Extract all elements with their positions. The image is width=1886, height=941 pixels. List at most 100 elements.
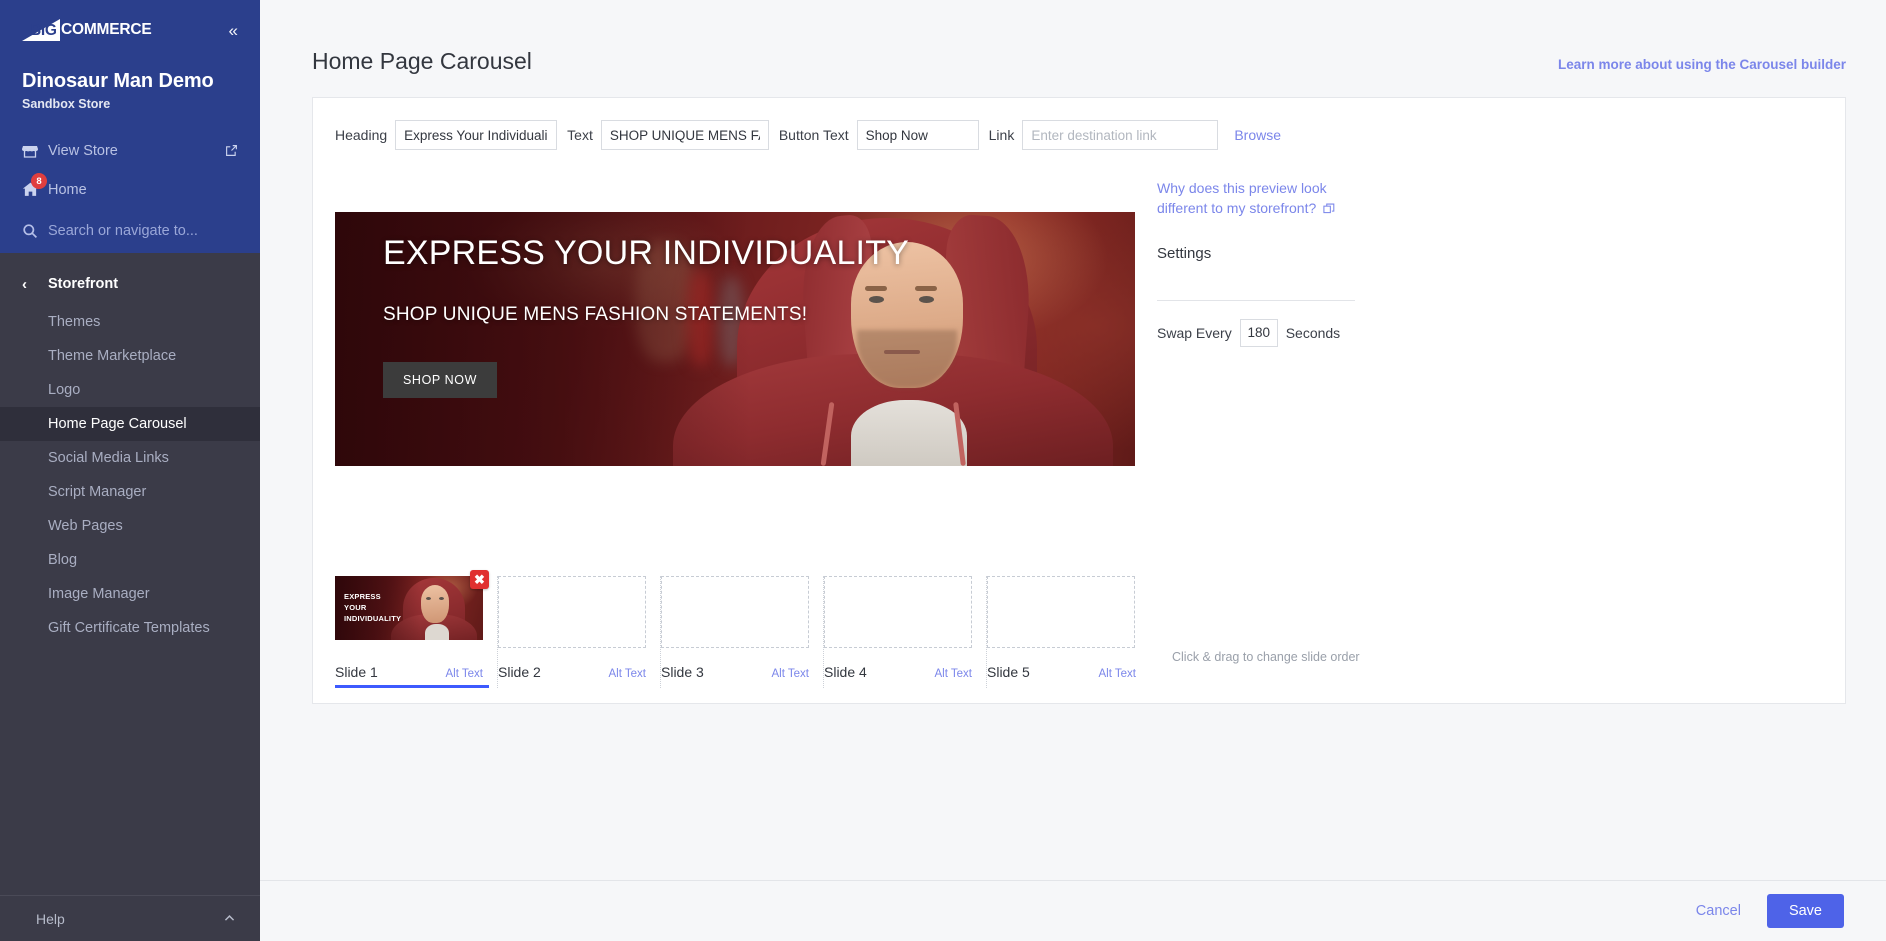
search-input[interactable]: Search or navigate to... <box>0 209 260 253</box>
learn-more-link[interactable]: Learn more about using the Carousel buil… <box>1558 57 1846 72</box>
sidebar-item-view-store[interactable]: View Store <box>0 131 260 170</box>
sidebar: BIG COMMERCE « Dinosaur Man Demo Sandbox… <box>0 0 260 941</box>
store-info: Dinosaur Man Demo Sandbox Store <box>0 60 260 131</box>
preview-cta-button[interactable]: SHOP NOW <box>383 361 498 398</box>
slide-preview: EXPRESS YOUR INDIVIDUALITY SHOP UNIQUE M… <box>335 212 1135 466</box>
sidebar-item-web-pages[interactable]: Web Pages <box>0 509 260 543</box>
slide-empty-dropzone[interactable] <box>987 576 1135 648</box>
preview-heading: EXPRESS YOUR INDIVIDUALITY <box>383 234 910 272</box>
sidebar-item-gift-certificate-templates[interactable]: Gift Certificate Templates <box>0 611 260 645</box>
sidebar-nav: ‹ Storefront Themes Theme Marketplace Logo… <box>0 253 260 895</box>
sidebar-section-storefront[interactable]: ‹ Storefront <box>0 263 260 305</box>
text-input[interactable] <box>600 120 769 150</box>
preview-text: SHOP UNIQUE MENS FASHION STATEMENTS! <box>383 304 808 326</box>
sidebar-item-help[interactable]: Help <box>0 895 260 941</box>
page-title: Home Page Carousel <box>312 48 532 74</box>
sidebar-item-logo[interactable]: Logo <box>0 373 260 407</box>
heading-field-label: Heading <box>335 127 388 143</box>
slide-item[interactable]: EXPRESS YOUR INDIVIDUALITY ✖ Slide 1 Alt Text <box>335 570 498 688</box>
slide-thumbnail-caption: EXPRESS YOUR INDIVIDUALITY <box>344 592 402 623</box>
preview-column: EXPRESS YOUR INDIVIDUALITY SHOP UNIQUE M… <box>335 150 1135 466</box>
page-header: Home Page Carousel Learn more about usin… <box>260 0 1886 75</box>
logo-mark-text: BIG <box>30 22 57 39</box>
alt-text-link[interactable]: Alt Text <box>446 668 484 680</box>
sidebar-item-home[interactable]: 8 Home <box>0 170 260 209</box>
action-bar: Cancel Save <box>260 880 1886 941</box>
slide-thumbnail-wrap <box>661 576 809 648</box>
alt-text-link[interactable]: Alt Text <box>609 668 647 680</box>
slide-thumbnail-image[interactable]: EXPRESS YOUR INDIVIDUALITY <box>335 576 483 640</box>
logo-wordmark: COMMERCE <box>61 21 152 38</box>
link-field-label: Link <box>988 127 1015 143</box>
sidebar-item-theme-marketplace[interactable]: Theme Marketplace <box>0 339 260 373</box>
sidebar-item-social-media-links[interactable]: Social Media Links <box>0 441 260 475</box>
preview-and-settings-row: EXPRESS YOUR INDIVIDUALITY SHOP UNIQUE M… <box>313 150 1845 466</box>
slide-empty-dropzone[interactable] <box>824 576 972 648</box>
slide-footer: Slide 3 Alt Text <box>661 664 815 685</box>
help-label: Help <box>36 910 65 927</box>
slide-footer: Slide 5 Alt Text <box>987 664 1142 685</box>
slides-strip: EXPRESS YOUR INDIVIDUALITY ✖ Slide 1 Alt Text… <box>335 570 1360 688</box>
carousel-builder-card: Heading Text Button Text Link Browse <box>312 97 1846 704</box>
swap-every-label: Swap Every <box>1157 324 1232 341</box>
slide-name[interactable]: Slide 1 <box>335 664 378 680</box>
settings-column: Why does this preview look different to … <box>1135 150 1465 466</box>
button-text-field-label: Button Text <box>778 127 849 143</box>
slide-name[interactable]: Slide 5 <box>987 664 1030 680</box>
sidebar-item-script-manager[interactable]: Script Manager <box>0 475 260 509</box>
slide-footer: Slide 1 Alt Text <box>335 664 489 688</box>
alt-text-link[interactable]: Alt Text <box>1099 668 1137 680</box>
slide-name[interactable]: Slide 2 <box>498 664 541 680</box>
slide-fields-toolbar: Heading Text Button Text Link Browse <box>313 98 1845 150</box>
popout-window-icon <box>1323 203 1335 215</box>
slide-thumbnail-wrap <box>987 576 1135 648</box>
sidebar-item-image-manager[interactable]: Image Manager <box>0 577 260 611</box>
slide-name[interactable]: Slide 4 <box>824 664 867 680</box>
slide-thumbnail-wrap: EXPRESS YOUR INDIVIDUALITY ✖ <box>335 570 489 648</box>
sidebar-item-themes[interactable]: Themes <box>0 305 260 339</box>
main-content: Home Page Carousel Learn more about usin… <box>260 0 1886 941</box>
seconds-label: Seconds <box>1285 324 1341 341</box>
slide-thumbnail-wrap <box>824 576 972 648</box>
button-text-input[interactable] <box>856 120 979 150</box>
store-plan: Sandbox Store <box>22 97 111 111</box>
cancel-button[interactable]: Cancel <box>1690 902 1747 920</box>
external-link-icon <box>225 144 238 157</box>
link-input[interactable] <box>1022 120 1219 150</box>
sidebar-item-label: View Store <box>48 142 118 159</box>
brand-row: BIG COMMERCE « <box>0 0 260 60</box>
bigcommerce-logo-mark: BIG <box>22 19 60 41</box>
heading-input[interactable] <box>395 120 558 150</box>
sidebar-item-blog[interactable]: Blog <box>0 543 260 577</box>
sidebar-item-label: Home <box>48 181 87 198</box>
alt-text-link[interactable]: Alt Text <box>772 668 810 680</box>
close-x-icon[interactable]: ✖ <box>470 570 489 589</box>
storefront-icon <box>22 143 48 159</box>
text-field-label: Text <box>567 127 593 143</box>
settings-divider <box>1157 299 1355 301</box>
alt-text-link[interactable]: Alt Text <box>935 668 973 680</box>
chevron-double-left-icon[interactable]: « <box>229 22 238 39</box>
slide-item[interactable]: Slide 2 Alt Text <box>498 576 661 688</box>
slide-item[interactable]: Slide 5 Alt Text <box>987 576 1150 688</box>
slide-name[interactable]: Slide 3 <box>661 664 704 680</box>
search-placeholder: Search or navigate to... <box>48 223 198 239</box>
slide-footer: Slide 4 Alt Text <box>824 664 978 685</box>
bigcommerce-logo[interactable]: BIG COMMERCE <box>22 19 152 41</box>
save-button[interactable]: Save <box>1766 894 1844 928</box>
slide-empty-dropzone[interactable] <box>498 576 646 648</box>
browse-button[interactable]: Browse <box>1234 127 1281 143</box>
sidebar-item-home-page-carousel[interactable]: Home Page Carousel <box>0 407 260 441</box>
sidebar-section-label: Storefront <box>48 276 119 292</box>
preview-help-link[interactable]: Why does this preview look different to … <box>1157 150 1357 219</box>
swap-every-input[interactable] <box>1239 318 1278 347</box>
slide-item[interactable]: Slide 4 Alt Text <box>824 576 987 688</box>
chevron-up-icon <box>223 912 236 925</box>
slide-empty-dropzone[interactable] <box>661 576 809 648</box>
drag-hint: Click & drag to change slide order <box>1172 650 1360 664</box>
sidebar-header: BIG COMMERCE « Dinosaur Man Demo Sandbox… <box>0 0 260 253</box>
store-name: Dinosaur Man Demo <box>22 70 214 92</box>
chevron-left-icon: ‹ <box>22 275 27 293</box>
home-notification-badge: 8 <box>31 173 47 189</box>
slide-item[interactable]: Slide 3 Alt Text <box>661 576 824 688</box>
